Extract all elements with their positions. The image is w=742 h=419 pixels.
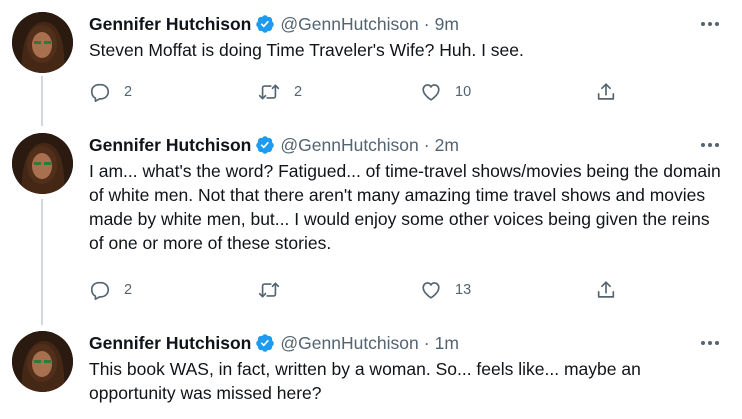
- retweet-icon: [258, 84, 280, 100]
- like-icon: [422, 84, 440, 101]
- tweet-header: Gennifer Hutchison @GennHutchison · 2m: [89, 133, 459, 157]
- author-name[interactable]: Gennifer Hutchison: [89, 333, 251, 354]
- more-options-icon[interactable]: [697, 138, 723, 152]
- like-count: 13: [455, 282, 472, 298]
- like-button[interactable]: 10: [420, 80, 471, 104]
- tweet-text: Steven Moffat is doing Time Traveler's W…: [89, 40, 524, 60]
- share-button[interactable]: [595, 278, 617, 302]
- retweet-count: 2: [294, 84, 303, 100]
- author-handle[interactable]: @GennHutchison: [280, 333, 418, 354]
- tweet-text: I am... what's the word? Fatigued... of …: [89, 161, 721, 253]
- author-handle[interactable]: @GennHutchison: [280, 135, 418, 156]
- retweet-icon: [258, 282, 280, 298]
- avatar[interactable]: [12, 133, 73, 194]
- avatar-image: [12, 12, 73, 73]
- verified-badge-icon: [255, 135, 275, 155]
- like-icon: [422, 282, 440, 299]
- tweet[interactable]: Gennifer Hutchison @GennHutchison · 1m T…: [0, 319, 742, 419]
- retweet-button[interactable]: [257, 278, 294, 302]
- separator: ·: [423, 332, 430, 353]
- reply-button[interactable]: 2: [89, 80, 132, 104]
- separator: ·: [423, 13, 430, 34]
- tweet-header: Gennifer Hutchison @GennHutchison · 9m: [89, 12, 459, 36]
- like-button[interactable]: 13: [420, 278, 471, 302]
- timestamp[interactable]: 9m: [435, 14, 459, 35]
- reply-icon: [90, 83, 110, 102]
- avatar-image: [12, 331, 73, 392]
- tweet[interactable]: Gennifer Hutchison @GennHutchison · 2m I…: [0, 121, 742, 311]
- avatar-image: [12, 133, 73, 194]
- tweet-actions: 2 13: [89, 278, 629, 302]
- tweet-actions: 2 2 10: [89, 80, 629, 104]
- verified-badge-icon: [255, 14, 275, 34]
- timestamp[interactable]: 2m: [435, 135, 459, 156]
- tweet-header: Gennifer Hutchison @GennHutchison · 1m: [89, 331, 459, 355]
- tweet-text: This book WAS, in fact, written by a wom…: [89, 359, 641, 403]
- reply-button[interactable]: 2: [89, 278, 132, 302]
- timestamp[interactable]: 1m: [435, 333, 459, 354]
- avatar[interactable]: [12, 331, 73, 392]
- author-handle[interactable]: @GennHutchison: [280, 14, 418, 35]
- share-button[interactable]: [595, 80, 617, 104]
- more-options-icon[interactable]: [697, 17, 723, 31]
- author-name[interactable]: Gennifer Hutchison: [89, 135, 251, 156]
- verified-badge-icon: [255, 333, 275, 353]
- reply-icon: [90, 281, 110, 300]
- author-name[interactable]: Gennifer Hutchison: [89, 14, 251, 35]
- tweet[interactable]: Gennifer Hutchison @GennHutchison · 9m S…: [0, 0, 742, 120]
- share-icon: [597, 83, 615, 100]
- like-count: 10: [455, 84, 472, 100]
- reply-count: 2: [124, 282, 133, 298]
- separator: ·: [423, 134, 430, 155]
- more-options-icon[interactable]: [697, 336, 723, 350]
- reply-count: 2: [124, 84, 133, 100]
- retweet-button[interactable]: 2: [257, 80, 302, 104]
- avatar[interactable]: [12, 12, 73, 73]
- share-icon: [597, 281, 615, 298]
